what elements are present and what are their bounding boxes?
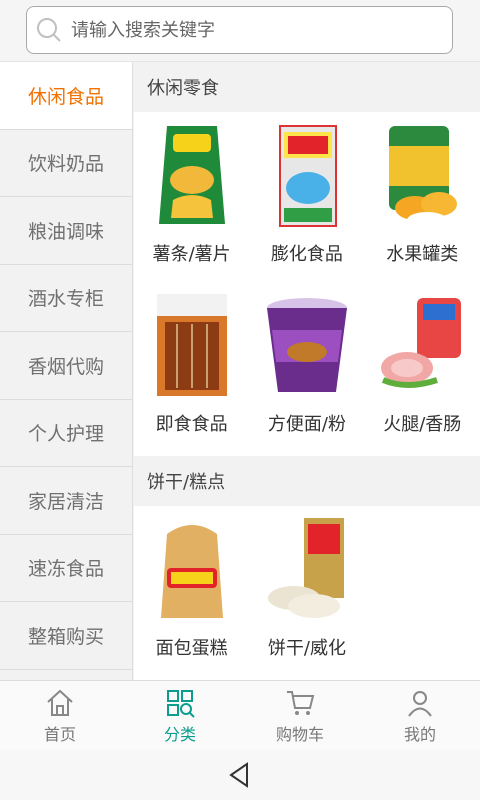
back-icon[interactable]: [225, 760, 255, 790]
home-icon: [47, 689, 73, 716]
chips-bag-icon: [158, 126, 225, 224]
sidebar-item-grain-oil[interactable]: 粮油调味: [0, 197, 132, 265]
tab-home[interactable]: 首页: [0, 681, 120, 750]
puffed-snack-box-icon: [278, 125, 337, 227]
canned-fruit-icon: [389, 126, 458, 228]
product-grid: 面包蛋糕 饼干/威化: [134, 506, 480, 680]
search-bar: [0, 0, 480, 62]
tab-label: 分类: [163, 724, 196, 744]
sidebar-item-leisure-food[interactable]: 休闲食品: [0, 62, 132, 130]
grid-item-puffed[interactable]: 膨化食品: [249, 112, 364, 282]
ham-sausage-icon: [381, 298, 462, 388]
grid-item-label: 即食食品: [155, 414, 228, 435]
sidebar-item-bulk-buy[interactable]: 整箱购买: [0, 602, 132, 670]
product-grid: 薯条/薯片 膨化食品 水果罐类 即食食品 方便面/粉 火腿/香肠: [134, 112, 480, 456]
sidebar-item-home-cleaning[interactable]: 家居清洁: [0, 467, 132, 535]
search-box[interactable]: [26, 6, 453, 54]
section-title: 饼干/糕点: [134, 456, 480, 506]
instant-noodle-cup-icon: [266, 298, 347, 392]
tab-label: 首页: [43, 724, 76, 744]
rice-cracker-icon: [267, 518, 344, 618]
sidebar-item-drinks-dairy[interactable]: 饮料奶品: [0, 130, 132, 197]
grid-item-label: 火腿/香肠: [383, 414, 462, 435]
ready-food-pack-icon: [156, 294, 227, 396]
tab-category[interactable]: 分类: [120, 681, 240, 750]
category-sidebar: 休闲食品 饮料奶品 粮油调味 酒水专柜 香烟代购 个人护理 家居清洁 速冻食品 …: [0, 62, 133, 680]
bottom-tab-bar: 首页 分类 购物车 我的: [0, 680, 480, 750]
sidebar-item-personal-care[interactable]: 个人护理: [0, 400, 132, 467]
tab-label: 我的: [403, 724, 436, 744]
bread-pack-icon: [160, 525, 223, 618]
category-content: 休闲零食 薯条/薯片 膨化食品 水果罐类 即食食品 方便面/粉 火腿/香肠 饼干…: [134, 62, 480, 680]
search-input[interactable]: [71, 19, 431, 41]
tab-label: 购物车: [275, 724, 324, 744]
grid-item-ham-sausage[interactable]: 火腿/香肠: [365, 282, 480, 452]
sidebar-item-frozen-food[interactable]: 速冻食品: [0, 535, 132, 602]
grid-item-label: 膨化食品: [270, 244, 343, 265]
search-icon: [37, 18, 61, 42]
grid-item-biscuit-wafer[interactable]: 饼干/威化: [249, 506, 364, 676]
grid-item-label: 薯条/薯片: [152, 244, 231, 265]
section-title: 休闲零食: [134, 62, 480, 112]
grid-item-bread-cake[interactable]: 面包蛋糕: [134, 506, 249, 676]
grid-item-instant-noodle[interactable]: 方便面/粉: [249, 282, 364, 452]
grid-item-canned-fruit[interactable]: 水果罐类: [365, 112, 480, 282]
grid-item-label: 方便面/粉: [267, 414, 346, 435]
grid-item-label: 饼干/威化: [267, 638, 346, 659]
grid-item-label: 面包蛋糕: [155, 638, 228, 659]
tab-mine[interactable]: 我的: [360, 681, 480, 750]
sidebar-item-cigarettes[interactable]: 香烟代购: [0, 332, 132, 400]
grid-item-chips[interactable]: 薯条/薯片: [134, 112, 249, 282]
cart-icon: [287, 690, 315, 715]
system-nav-bar: [0, 750, 480, 800]
sidebar-item-liquor[interactable]: 酒水专柜: [0, 265, 132, 332]
user-icon: [408, 690, 432, 717]
tab-cart[interactable]: 购物车: [240, 681, 360, 750]
grid-item-label: 水果罐类: [386, 244, 459, 265]
category-icon: [167, 689, 195, 718]
grid-item-ready-food[interactable]: 即食食品: [134, 282, 249, 452]
